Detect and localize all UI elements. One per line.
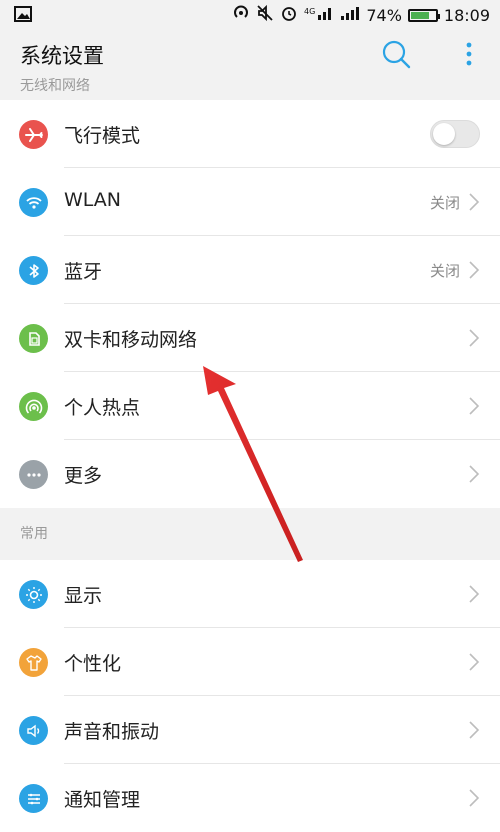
battery-icon — [407, 8, 440, 22]
toggle-knob — [433, 123, 455, 145]
setting-row-hotspot[interactable]: 个人热点 — [0, 372, 500, 440]
brightness-icon — [19, 580, 48, 609]
chevron-right-icon — [468, 464, 480, 484]
page-title: 系统设置 — [20, 44, 104, 68]
settings-list: 无线和网络 飞行模式 WLAN 关闭 蓝牙 关闭 双卡和移动网络 个人热点 更多… — [0, 78, 500, 832]
setting-row-more[interactable]: 更多 — [0, 440, 500, 508]
chevron-right-icon — [468, 788, 480, 808]
setting-value: 关闭 — [429, 262, 460, 280]
sim-card-icon — [19, 324, 48, 353]
shirt-icon — [19, 648, 48, 677]
setting-label: 个性化 — [64, 653, 122, 675]
app-bar: 系统设置 — [0, 30, 500, 78]
speaker-icon — [19, 716, 48, 745]
setting-row-display[interactable]: 显示 — [0, 560, 500, 628]
setting-label: WLAN — [64, 189, 122, 211]
hotspot-status-icon — [232, 4, 250, 26]
more-horizontal-icon — [19, 460, 48, 489]
battery-percent: 74% — [366, 5, 402, 25]
setting-row-personalization[interactable]: 个性化 — [0, 628, 500, 696]
setting-row-dual-sim[interactable]: 双卡和移动网络 — [0, 304, 500, 372]
wifi-icon — [19, 188, 48, 217]
chevron-right-icon — [468, 396, 480, 416]
chevron-right-icon — [468, 328, 480, 348]
chevron-right-icon — [468, 584, 480, 604]
svg-text:4G: 4G — [304, 7, 315, 16]
chevron-right-icon — [468, 720, 480, 740]
setting-label: 显示 — [64, 585, 103, 607]
mute-status-icon — [256, 4, 274, 26]
section-header-common: 常用 — [0, 508, 500, 560]
airplane-icon — [19, 120, 48, 149]
hotspot-icon — [19, 392, 48, 421]
notification-settings-icon — [19, 784, 48, 813]
chevron-right-icon — [468, 260, 480, 280]
setting-row-sound[interactable]: 声音和振动 — [0, 696, 500, 764]
search-icon[interactable] — [380, 38, 412, 70]
status-time: 18:09 — [443, 5, 490, 25]
setting-label: 双卡和移动网络 — [64, 329, 198, 351]
setting-label: 蓝牙 — [64, 261, 103, 283]
setting-value: 关闭 — [429, 194, 460, 212]
status-bar: 4G 74% 18:09 — [0, 0, 500, 30]
setting-row-bluetooth[interactable]: 蓝牙 关闭 — [0, 236, 500, 304]
bluetooth-icon — [19, 256, 48, 285]
chevron-right-icon — [468, 652, 480, 672]
setting-label: 飞行模式 — [64, 125, 141, 147]
setting-label: 个人热点 — [64, 397, 141, 419]
chevron-right-icon — [468, 192, 480, 212]
more-vertical-icon[interactable] — [464, 42, 474, 66]
image-notification-icon — [14, 6, 32, 26]
setting-label: 更多 — [64, 465, 103, 487]
setting-row-notifications[interactable]: 通知管理 — [0, 764, 500, 832]
setting-row-airplane-mode[interactable]: 飞行模式 — [0, 100, 500, 168]
alarm-status-icon — [280, 4, 298, 26]
section-header-wireless: 无线和网络 — [0, 78, 500, 100]
setting-label: 声音和振动 — [64, 721, 160, 743]
setting-label: 通知管理 — [64, 789, 141, 811]
setting-row-wlan[interactable]: WLAN 关闭 — [0, 168, 500, 236]
signal-icon — [340, 5, 360, 25]
signal-4g-icon: 4G — [304, 5, 334, 25]
airplane-mode-toggle[interactable] — [430, 120, 480, 148]
